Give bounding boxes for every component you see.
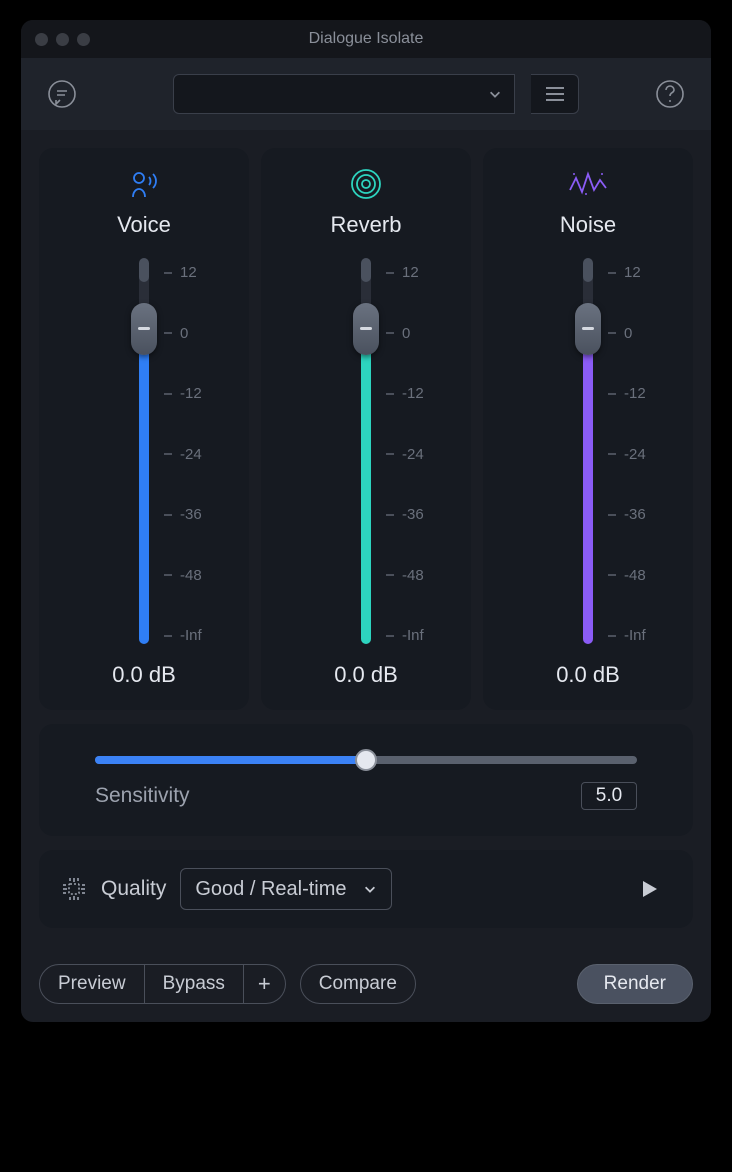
chat-icon[interactable] <box>43 75 81 113</box>
reverb-slider-area: 12 0 -12 -24 -36 -48 -Inf <box>271 264 461 644</box>
bypass-button[interactable]: Bypass <box>145 964 244 1004</box>
noise-label: Noise <box>560 212 616 238</box>
voice-value[interactable]: 0.0 dB <box>112 662 176 688</box>
noise-slider-track[interactable] <box>583 264 593 644</box>
zoom-window-button[interactable] <box>77 33 90 46</box>
sensitivity-fill <box>95 756 366 764</box>
voice-slider-thumb[interactable] <box>131 303 157 355</box>
footer: Preview Bypass + Compare Render <box>21 946 711 1022</box>
voice-panel: Voice 12 0 -12 -24 -36 -48 -Inf <box>39 148 249 710</box>
content-area: Voice 12 0 -12 -24 -36 -48 -Inf <box>21 130 711 946</box>
quality-label: Quality <box>101 877 166 901</box>
quality-panel: Quality Good / Real-time <box>39 850 693 928</box>
help-icon <box>654 78 686 110</box>
noise-value[interactable]: 0.0 dB <box>556 662 620 688</box>
sensitivity-thumb[interactable] <box>355 749 377 771</box>
noise-icon <box>568 166 608 202</box>
quality-selected: Good / Real-time <box>195 878 346 901</box>
hamburger-icon <box>544 85 566 103</box>
noise-slider-area: 12 0 -12 -24 -36 -48 -Inf <box>493 264 683 644</box>
cpu-icon <box>61 876 87 902</box>
minimize-window-button[interactable] <box>56 33 69 46</box>
noise-slider-thumb[interactable] <box>575 303 601 355</box>
chevron-down-icon <box>488 87 502 101</box>
chevron-down-icon <box>363 882 377 896</box>
reverb-panel: Reverb 12 0 -12 -24 -36 -48 -Inf <box>261 148 471 710</box>
noise-ticks: 12 0 -12 -24 -36 -48 -Inf <box>608 264 646 644</box>
app-window: Dialogue Isolate <box>21 20 711 1022</box>
window-controls <box>35 33 90 46</box>
voice-slider-area: 12 0 -12 -24 -36 -48 -Inf <box>49 264 239 644</box>
sensitivity-slider[interactable] <box>95 756 637 764</box>
titlebar: Dialogue Isolate <box>21 20 711 58</box>
noise-panel: Noise 12 0 -12 -24 -36 -48 -Inf <box>483 148 693 710</box>
reverb-value[interactable]: 0.0 dB <box>334 662 398 688</box>
sensitivity-label: Sensitivity <box>95 784 190 808</box>
close-window-button[interactable] <box>35 33 48 46</box>
reverb-ticks: 12 0 -12 -24 -36 -48 -Inf <box>386 264 424 644</box>
preview-button[interactable]: Preview <box>39 964 145 1004</box>
reverb-slider-track[interactable] <box>361 264 371 644</box>
preview-bypass-group: Preview Bypass + <box>39 964 286 1004</box>
voice-fill <box>139 329 149 644</box>
voice-slider-track[interactable] <box>139 264 149 644</box>
voice-ticks: 12 0 -12 -24 -36 -48 -Inf <box>164 264 202 644</box>
sensitivity-value[interactable]: 5.0 <box>581 782 637 810</box>
sensitivity-panel: Sensitivity 5.0 <box>39 724 693 836</box>
plus-button[interactable]: + <box>244 964 286 1004</box>
voice-label: Voice <box>117 212 171 238</box>
reverb-label: Reverb <box>331 212 402 238</box>
reverb-fill <box>361 329 371 644</box>
reverb-slider-thumb[interactable] <box>353 303 379 355</box>
slider-nub <box>139 258 149 282</box>
play-icon <box>641 879 659 899</box>
noise-fill <box>583 329 593 644</box>
play-button[interactable] <box>629 868 671 910</box>
quality-select[interactable]: Good / Real-time <box>180 868 391 910</box>
preset-dropdown[interactable] <box>173 74 515 114</box>
window-title: Dialogue Isolate <box>21 30 711 48</box>
render-button[interactable]: Render <box>577 964 693 1004</box>
help-button[interactable] <box>651 75 689 113</box>
reverb-icon <box>349 166 383 202</box>
compare-button[interactable]: Compare <box>300 964 416 1004</box>
slider-nub <box>583 258 593 282</box>
slider-nub <box>361 258 371 282</box>
sliders-row: Voice 12 0 -12 -24 -36 -48 -Inf <box>39 148 693 710</box>
preset-menu-button[interactable] <box>531 74 579 114</box>
toolbar <box>21 58 711 130</box>
voice-icon <box>125 166 163 202</box>
